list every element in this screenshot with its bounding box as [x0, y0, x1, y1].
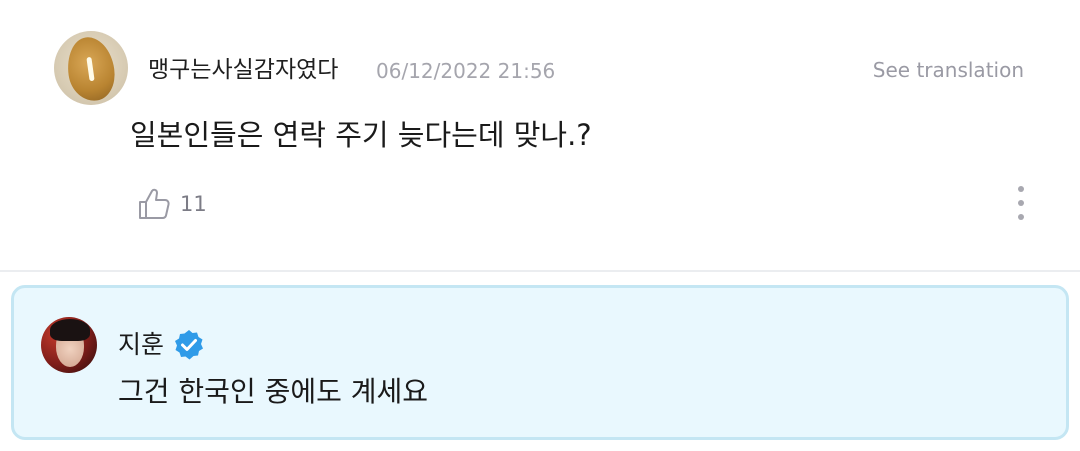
avatar[interactable] [41, 317, 97, 373]
potato-icon [63, 34, 119, 104]
reply-author-row: 지훈 [118, 325, 206, 365]
vertical-ellipsis-icon [1018, 186, 1024, 192]
see-translation-button[interactable]: See translation [873, 55, 1024, 85]
reply-author-name[interactable]: 지훈 [118, 327, 164, 363]
comment-text: 일본인들은 연락 주기 늦다는데 맞나.? [130, 118, 592, 152]
artist-hair-icon [50, 319, 90, 341]
comment-timestamp: 06/12/2022 21:56 [376, 59, 556, 83]
more-options-button[interactable] [1006, 182, 1036, 224]
fan-comment: 맹구는사실감자였다 06/12/2022 21:56 See translati… [0, 0, 1080, 270]
vertical-ellipsis-icon [1018, 214, 1024, 220]
divider [0, 270, 1080, 272]
vertical-ellipsis-icon [1018, 200, 1024, 206]
thumbs-up-icon [139, 188, 170, 219]
avatar[interactable] [54, 31, 128, 105]
comment-author-name[interactable]: 맹구는사실감자였다 [148, 54, 338, 86]
like-button[interactable]: 11 [136, 184, 207, 224]
reply-text: 그건 한국인 중에도 계세요 [118, 375, 429, 408]
artist-reply-card: 지훈 그건 한국인 중에도 계세요 [11, 285, 1069, 440]
like-count: 11 [180, 192, 207, 216]
verified-badge-icon [175, 330, 204, 360]
comment-thread: 맹구는사실감자였다 06/12/2022 21:56 See translati… [0, 0, 1080, 451]
